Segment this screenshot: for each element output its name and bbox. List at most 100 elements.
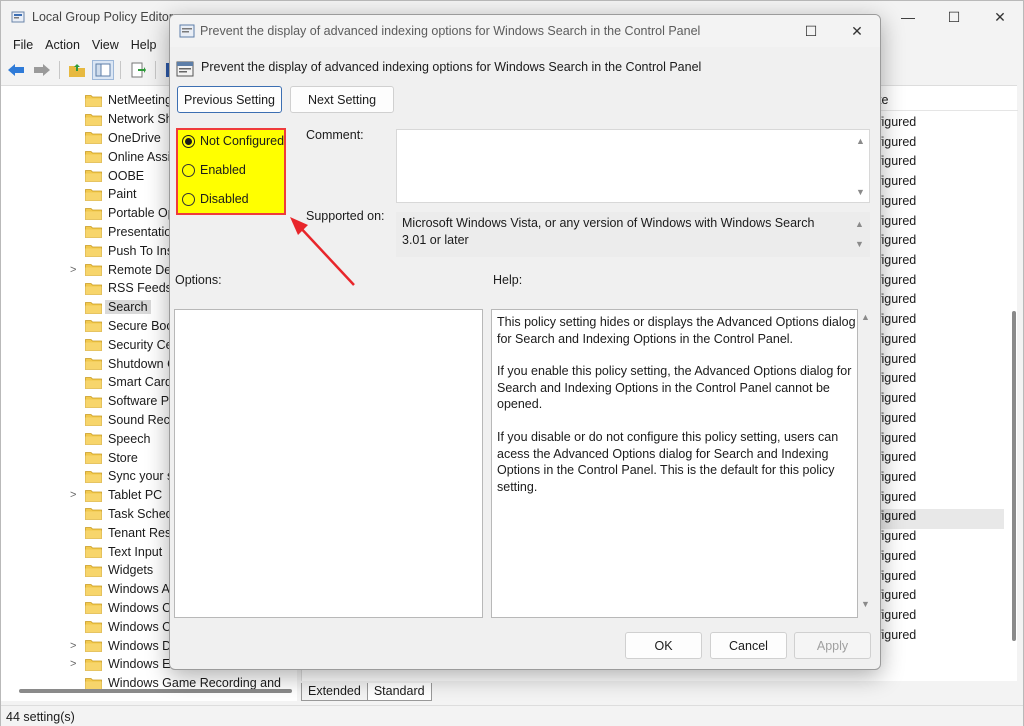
tree-item-label: OneDrive — [108, 130, 161, 145]
radio-indicator[interactable] — [182, 134, 195, 148]
menu-action[interactable]: Action — [39, 38, 86, 52]
setting-state-cell[interactable]: figured — [878, 194, 1008, 214]
setting-state-cell[interactable]: figured — [878, 450, 1008, 470]
toolbar-separator — [155, 61, 156, 79]
setting-state-cell[interactable]: figured — [878, 214, 1008, 234]
state-column-header[interactable]: te — [878, 93, 1018, 111]
cancel-button[interactable]: Cancel — [710, 632, 787, 659]
tab-extended[interactable]: Extended — [301, 683, 368, 701]
setting-state-cell[interactable]: figured — [878, 549, 1008, 569]
setting-state-cell[interactable]: figured — [878, 312, 1008, 332]
close-icon[interactable]: ✕ — [977, 1, 1023, 33]
supported-scroll-up-icon[interactable]: ▲ — [855, 219, 864, 229]
supported-scroll-down-icon[interactable]: ▼ — [855, 239, 864, 249]
main-window-title: Local Group Policy Editor — [32, 10, 174, 24]
dialog-title: Prevent the display of advanced indexing… — [200, 24, 701, 38]
maximize-icon[interactable]: ☐ — [931, 1, 977, 33]
folder-icon — [85, 132, 102, 145]
folder-icon — [85, 433, 102, 446]
expand-chevron-icon[interactable]: > — [70, 489, 80, 501]
export-list-icon[interactable] — [127, 60, 149, 80]
tree-item-label: Sound Reco — [108, 412, 177, 427]
setting-state-cell[interactable]: figured — [878, 529, 1008, 549]
setting-state-cell[interactable]: figured — [878, 411, 1008, 431]
help-scroll-down-icon[interactable]: ▼ — [861, 599, 870, 609]
forward-arrow-icon[interactable] — [31, 60, 53, 80]
help-paragraph: If you enable this policy setting, the A… — [497, 364, 852, 412]
folder-icon — [85, 376, 102, 389]
help-paragraph: This policy setting hides or displays th… — [497, 315, 856, 346]
setting-state-cell[interactable]: figured — [878, 115, 1008, 135]
comment-scroll-down-icon[interactable]: ▼ — [856, 187, 865, 197]
tree-item-label: Push To Inst — [108, 243, 177, 258]
setting-state-cell[interactable]: figured — [878, 470, 1008, 490]
radio-indicator[interactable] — [182, 163, 195, 177]
setting-state-cell[interactable]: figured — [878, 135, 1008, 155]
help-panel: This policy setting hides or displays th… — [491, 309, 858, 618]
show-hide-tree-icon[interactable] — [92, 60, 114, 80]
folder-icon — [85, 470, 102, 483]
setting-state-cell[interactable]: figured — [878, 509, 1004, 530]
tree-item-label: Remote Des — [108, 262, 178, 277]
setting-state-cell[interactable]: figured — [878, 371, 1008, 391]
help-paragraph: If you disable or do not configure this … — [497, 429, 839, 494]
back-arrow-icon[interactable] — [5, 60, 27, 80]
radio-not-configured[interactable]: Not Configured — [182, 134, 284, 148]
radio-enabled[interactable]: Enabled — [182, 163, 246, 177]
folder-icon — [85, 640, 102, 652]
apply-button[interactable]: Apply — [794, 632, 871, 659]
tab-standard[interactable]: Standard — [366, 683, 432, 701]
setting-state-cell[interactable]: figured — [878, 608, 1008, 628]
help-scrollbar[interactable]: ▲ ▼ — [858, 309, 872, 618]
tree-item-label: Windows Er — [108, 657, 175, 672]
setting-state-cell[interactable]: figured — [878, 292, 1008, 312]
menu-file[interactable]: File — [7, 38, 39, 52]
tree-item-label: Windows AI — [108, 582, 174, 597]
setting-state-cell[interactable]: figured — [878, 253, 1008, 273]
setting-state-cell[interactable]: figured — [878, 431, 1008, 451]
menu-help[interactable]: Help — [125, 38, 163, 52]
supported-on-value: Microsoft Windows Vista, or any version … — [402, 216, 815, 247]
expand-chevron-icon[interactable]: > — [70, 264, 80, 276]
up-folder-icon[interactable] — [66, 60, 88, 80]
folder-icon — [85, 226, 102, 239]
setting-state-cell[interactable]: figured — [878, 490, 1008, 510]
comment-label: Comment: — [306, 128, 364, 142]
policy-setting-dialog: Prevent the display of advanced indexing… — [169, 14, 881, 670]
settings-vertical-scrollbar[interactable] — [1012, 311, 1016, 641]
expand-chevron-icon[interactable]: > — [70, 640, 80, 652]
ok-button[interactable]: OK — [625, 632, 702, 659]
comment-scroll-up-icon[interactable]: ▲ — [856, 136, 865, 146]
folder-icon — [85, 245, 102, 258]
folder-icon — [85, 583, 102, 596]
previous-setting-button[interactable]: Previous Setting — [177, 86, 282, 113]
dialog-close-icon[interactable]: ✕ — [834, 15, 880, 47]
setting-state-cell[interactable]: figured — [878, 569, 1008, 589]
setting-state-cell[interactable]: figured — [878, 588, 1008, 608]
folder-icon — [85, 414, 102, 427]
menu-view[interactable]: View — [86, 38, 125, 52]
setting-state-cell[interactable]: figured — [878, 628, 1008, 648]
next-setting-button[interactable]: Next Setting — [290, 86, 394, 113]
setting-state-cell[interactable]: figured — [878, 233, 1008, 253]
setting-state-cell[interactable]: figured — [878, 174, 1008, 194]
folder-icon — [85, 395, 102, 408]
dialog-maximize-icon[interactable]: ☐ — [788, 15, 834, 47]
setting-state-cell[interactable]: figured — [878, 391, 1008, 411]
tree-item-label: Speech — [108, 431, 151, 446]
minimize-icon[interactable]: — — [885, 1, 931, 33]
radio-indicator[interactable] — [182, 192, 195, 206]
setting-state-cell[interactable]: figured — [878, 154, 1008, 174]
setting-state-cell[interactable]: figured — [878, 332, 1008, 352]
folder-icon — [85, 602, 102, 615]
comment-textarea[interactable] — [396, 129, 870, 203]
expand-chevron-icon[interactable]: > — [70, 658, 80, 670]
tree-item-label: Windows Ca — [108, 600, 179, 615]
status-text: 44 setting(s) — [6, 710, 75, 724]
setting-state-cell[interactable]: figured — [878, 352, 1008, 372]
setting-state-cell[interactable]: figured — [878, 273, 1008, 293]
tree-horizontal-scrollbar[interactable] — [19, 689, 292, 693]
radio-disabled[interactable]: Disabled — [182, 192, 249, 206]
radio-label: Enabled — [200, 163, 246, 177]
help-scroll-up-icon[interactable]: ▲ — [861, 312, 870, 322]
